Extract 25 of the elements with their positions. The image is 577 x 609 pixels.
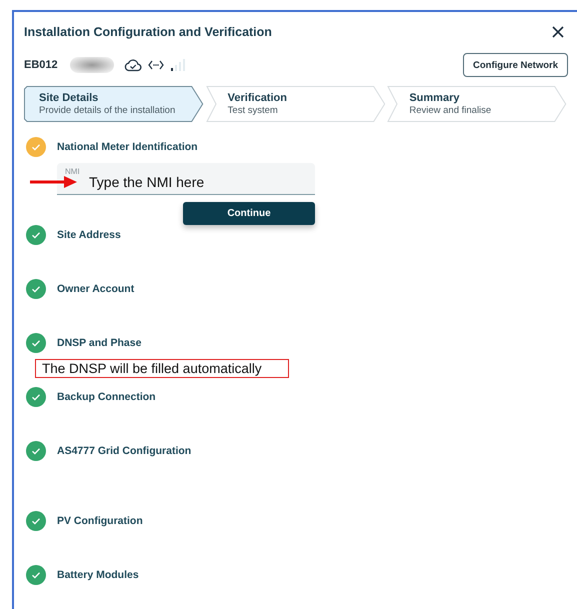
redacted-mark	[70, 57, 114, 73]
continue-button[interactable]: Continue	[183, 202, 315, 225]
field-label: NMI	[65, 167, 80, 176]
step-tab[interactable]: Verification Test system	[206, 86, 386, 122]
section-title: DNSP and Phase	[57, 337, 142, 349]
section-title: AS4777 Grid Configuration	[57, 445, 192, 457]
section-title: Battery Modules	[57, 569, 139, 581]
nmi-input-field[interactable]: NMI Type the NMI here	[57, 163, 315, 195]
signal-icon	[170, 59, 185, 71]
annotation-text: Type the NMI here	[89, 174, 204, 190]
configure-network-button[interactable]: Configure Network	[463, 53, 568, 77]
annotation-box: The DNSP will be filled automatically	[35, 359, 289, 378]
section-title: Owner Account	[57, 283, 134, 295]
close-icon[interactable]	[552, 26, 564, 38]
device-id: EB012	[24, 59, 58, 71]
dialog-title: Installation Configuration and Verification	[24, 25, 272, 39]
step-tab[interactable]: Summary Review and finalise	[387, 86, 568, 122]
section-title: PV Configuration	[57, 515, 143, 527]
section-title: Backup Connection	[57, 391, 156, 403]
connection-icon	[148, 60, 164, 70]
arrow-icon	[30, 176, 78, 188]
step-tab[interactable]: Site Details Provide details of the installation	[24, 86, 204, 122]
section-title: Site Address	[57, 229, 121, 241]
section-title: National Meter Identification	[57, 141, 198, 153]
cloud-check-icon	[124, 58, 142, 72]
